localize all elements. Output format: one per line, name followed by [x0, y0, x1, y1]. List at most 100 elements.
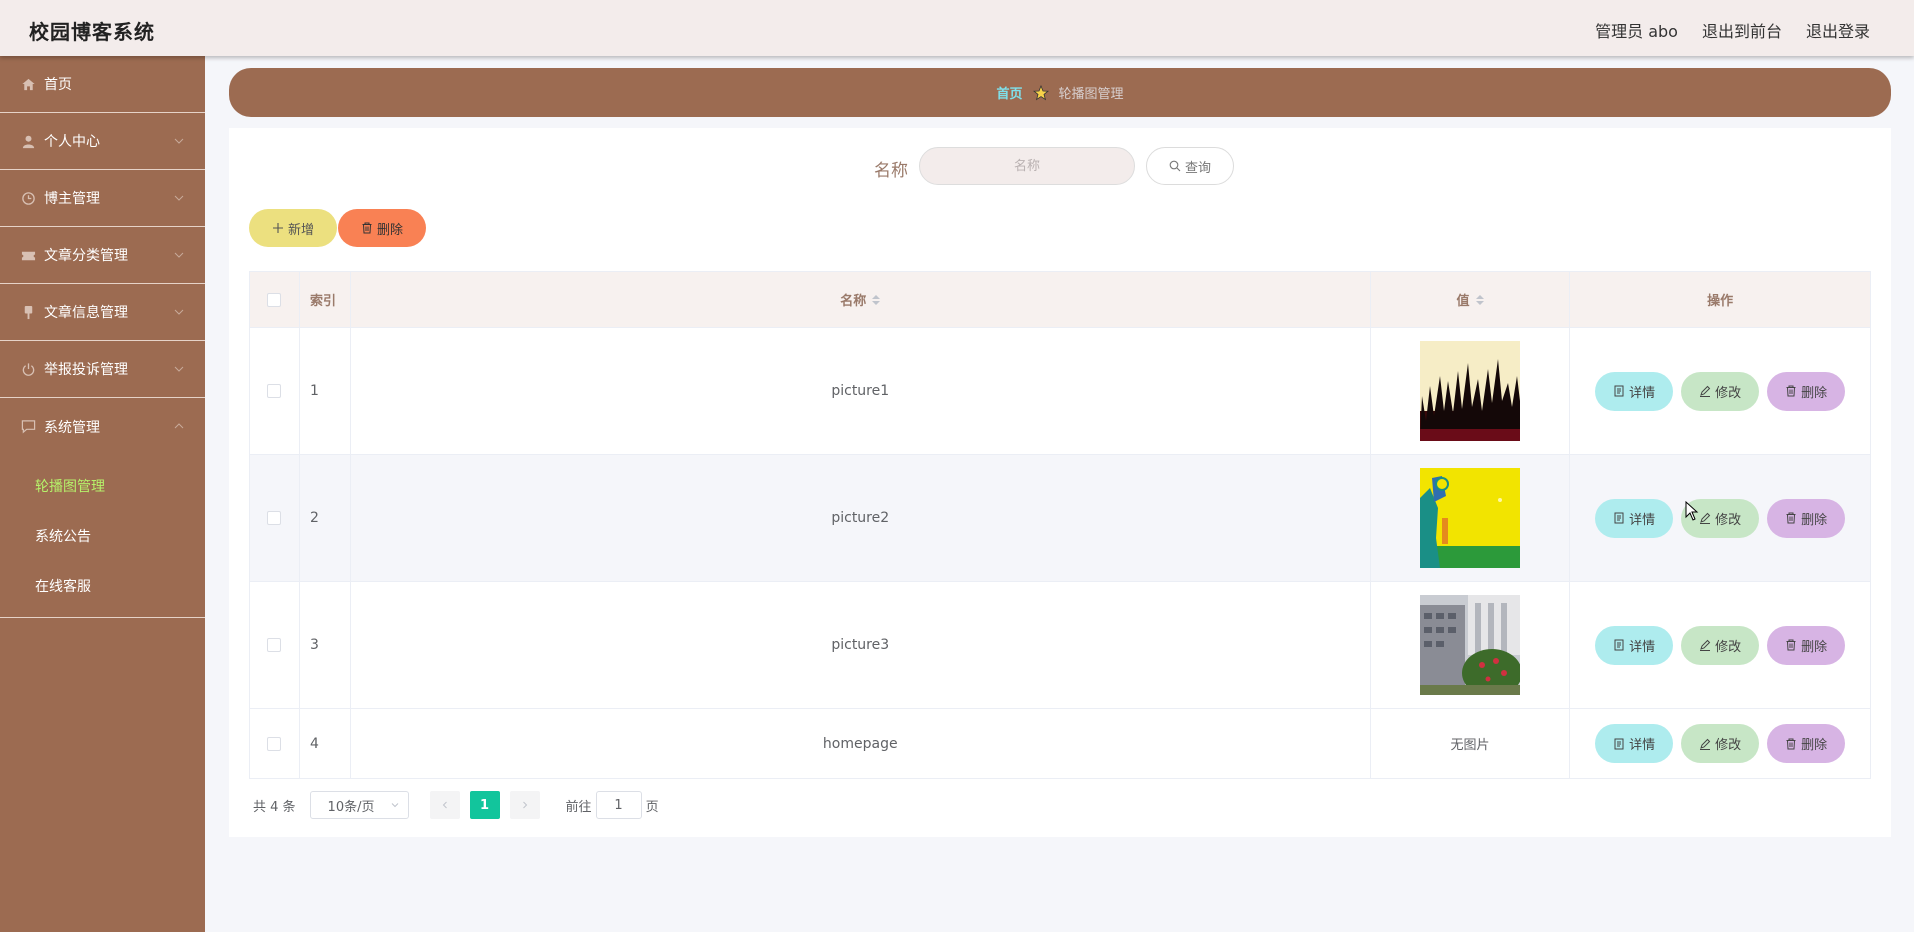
data-table: 索引 名称 值 操作 1 picture1 详情 修改 删除 2 picture…	[249, 271, 1871, 779]
home-icon	[20, 76, 36, 92]
to-front-link[interactable]: 退出到前台	[1702, 18, 1782, 42]
pencil-icon	[1700, 639, 1711, 651]
trash-icon	[1786, 385, 1796, 397]
chevron-right-icon	[522, 801, 527, 809]
sidebar-item-home[interactable]: 首页	[0, 56, 205, 113]
sidebar-subitem-online-service[interactable]: 在线客服	[0, 561, 205, 611]
sidebar-item-label: 举报投诉管理	[44, 362, 128, 378]
goto-prefix: 前往	[565, 799, 592, 815]
delete-button[interactable]: 删除	[1767, 498, 1846, 538]
select-all-checkbox[interactable]	[267, 292, 282, 307]
detail-label: 详情	[1629, 639, 1656, 655]
header-name[interactable]: 名称	[351, 272, 1371, 327]
edit-label: 修改	[1715, 738, 1742, 753]
add-button[interactable]: 新增	[249, 209, 337, 247]
sidebar-item-label: 个人中心	[44, 134, 100, 150]
goto-page-input[interactable]	[595, 791, 642, 819]
detail-button[interactable]: 详情	[1595, 371, 1674, 411]
row-checkbox-cell	[250, 455, 300, 581]
trash-icon	[1786, 639, 1796, 651]
row-checkbox[interactable]	[267, 384, 282, 398]
carousel-image-thumbnail[interactable]	[1420, 595, 1520, 695]
add-label: 新增	[287, 222, 314, 238]
carousel-image-thumbnail[interactable]	[1420, 341, 1520, 441]
sidebar-item-system[interactable]: 系统管理	[0, 398, 205, 455]
row-checkbox[interactable]	[267, 736, 282, 751]
search-input[interactable]	[919, 147, 1135, 185]
page-number-active[interactable]: 1	[469, 791, 500, 819]
header-ops: 操作	[1707, 294, 1734, 309]
detail-button[interactable]: 详情	[1595, 625, 1674, 665]
logout-link[interactable]: 退出登录	[1806, 18, 1870, 42]
power-icon	[20, 361, 36, 377]
next-page-button[interactable]	[509, 791, 540, 819]
header-checkbox-cell	[250, 272, 300, 327]
batch-delete-button[interactable]: 删除	[338, 209, 426, 247]
goto-page: 前往 页	[566, 791, 659, 819]
page-size-select[interactable]: 10条/页	[309, 791, 409, 819]
edit-label: 修改	[1715, 639, 1742, 655]
sidebar-item-article-category[interactable]: 文章分类管理	[0, 227, 205, 284]
sort-icon[interactable]	[1475, 294, 1484, 305]
edit-label: 修改	[1715, 512, 1742, 528]
edit-button[interactable]: 修改	[1681, 371, 1760, 411]
document-icon	[1614, 738, 1624, 749]
breadcrumb-current: 轮播图管理	[1058, 87, 1124, 102]
sidebar-item-blogger[interactable]: 博主管理	[0, 170, 205, 227]
chevron-down-icon	[174, 366, 184, 372]
sidebar-item-personal-center[interactable]: 个人中心	[0, 113, 205, 170]
row-index: 2	[300, 455, 351, 581]
pencil-icon	[1700, 512, 1711, 524]
pagination: 共 4 条 10条/页 1 前往 页	[253, 791, 659, 819]
chevron-down-icon	[174, 252, 184, 258]
table-header: 索引 名称 值 操作	[250, 272, 1870, 328]
sidebar-item-article-info[interactable]: 文章信息管理	[0, 284, 205, 341]
table-row: 2 picture2 详情 修改 删除	[250, 455, 1870, 582]
main-panel: 名称 查询 新增 删除 索引 名称 值 操作 1 p	[229, 128, 1891, 837]
system-submenu: 轮播图管理 系统公告 在线客服	[0, 455, 205, 618]
row-index: 4	[300, 709, 351, 778]
sidebar-item-label: 首页	[44, 77, 72, 93]
trash-icon	[1786, 512, 1796, 524]
row-index: 1	[300, 328, 351, 454]
chevron-down-icon	[174, 195, 184, 201]
header-value[interactable]: 值	[1371, 272, 1571, 327]
row-ops: 详情 修改 删除	[1570, 582, 1870, 708]
detail-button[interactable]: 详情	[1595, 724, 1674, 763]
sidebar-subitem-carousel[interactable]: 轮播图管理	[0, 461, 205, 511]
sort-icon[interactable]	[872, 294, 881, 305]
delete-button[interactable]: 删除	[1767, 724, 1846, 763]
breadcrumb-home[interactable]: 首页	[996, 83, 1022, 102]
header-value-label: 值	[1456, 294, 1470, 309]
pagination-total: 共 4 条	[253, 799, 296, 815]
chat-icon	[20, 419, 36, 435]
chevron-down-icon	[174, 138, 184, 144]
sidebar-item-label: 博主管理	[44, 191, 100, 207]
row-name: homepage	[351, 709, 1371, 778]
row-checkbox[interactable]	[267, 638, 282, 652]
row-checkbox[interactable]	[267, 511, 282, 525]
current-user[interactable]: 管理员 abo	[1595, 18, 1678, 42]
chevron-up-icon	[174, 423, 184, 429]
sidebar-item-report[interactable]: 举报投诉管理	[0, 341, 205, 398]
row-value	[1371, 328, 1571, 454]
prev-page-button[interactable]	[429, 791, 460, 819]
trash-icon	[362, 222, 372, 234]
delete-button[interactable]: 删除	[1767, 371, 1846, 411]
edit-button[interactable]: 修改	[1681, 625, 1760, 665]
header-index: 索引	[300, 272, 351, 327]
table-row: 1 picture1 详情 修改 删除	[250, 328, 1870, 455]
search-icon	[1169, 160, 1181, 172]
pencil-icon	[1700, 385, 1711, 397]
breadcrumb: 首页 轮播图管理	[229, 68, 1891, 117]
sidebar-subitem-announcement[interactable]: 系统公告	[0, 511, 205, 561]
detail-button[interactable]: 详情	[1595, 498, 1674, 538]
edit-button[interactable]: 修改	[1681, 724, 1760, 763]
delete-button[interactable]: 删除	[1767, 625, 1846, 665]
carousel-image-thumbnail[interactable]	[1420, 468, 1520, 568]
plus-icon	[272, 223, 283, 233]
chevron-down-icon	[391, 803, 398, 808]
query-label: 查询	[1184, 160, 1211, 176]
query-button[interactable]: 查询	[1146, 147, 1234, 185]
page-size-value: 10条/页	[327, 799, 375, 815]
